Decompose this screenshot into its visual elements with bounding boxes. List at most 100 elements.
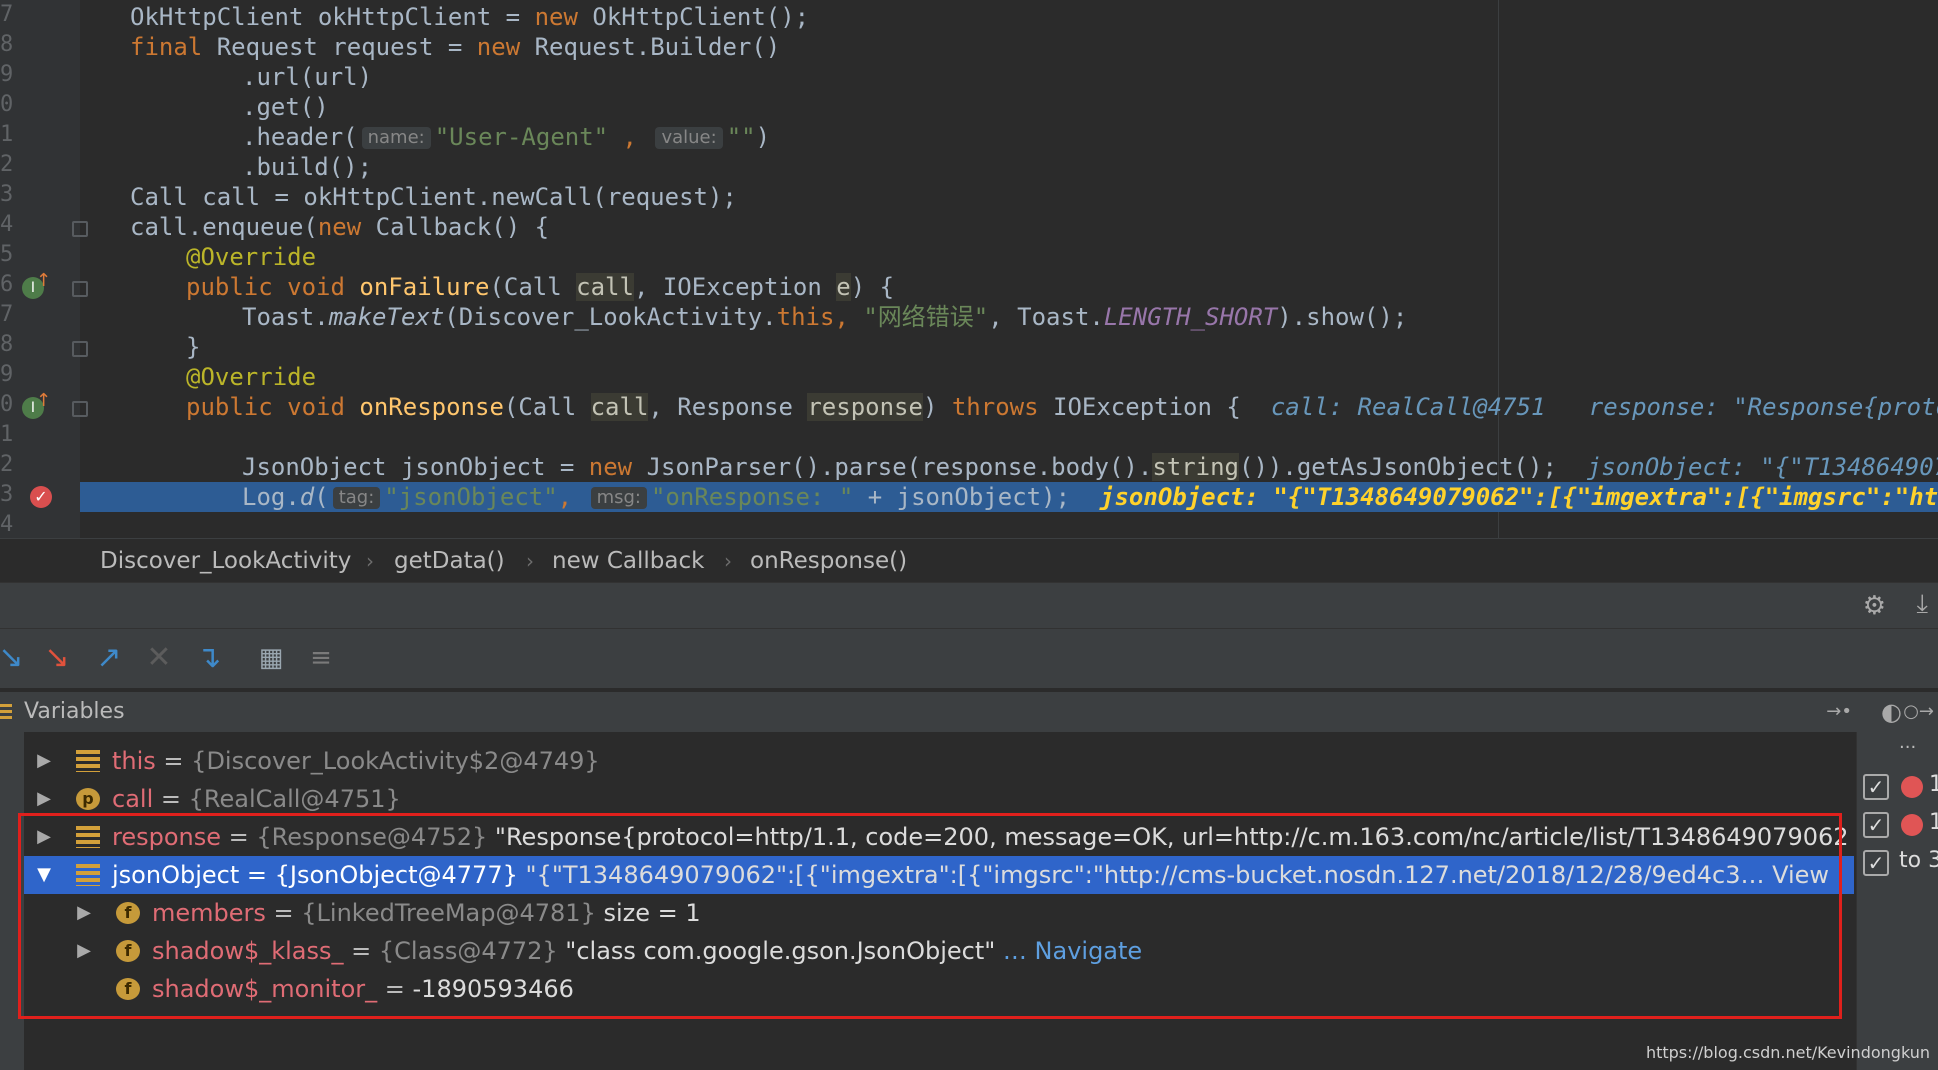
inline-debug-value: jsonObject: "{"T134864907906: [1586, 453, 1938, 481]
expand-arrow-icon[interactable]: ▶: [32, 742, 56, 780]
line-number: 2: [0, 452, 14, 477]
override-arrow-icon: ↑: [36, 270, 52, 291]
param-hint: msg:: [590, 487, 647, 509]
breadcrumb-item[interactable]: new Callback: [552, 539, 704, 583]
variable-row[interactable]: f shadow$_monitor_ = -1890593466: [24, 970, 1854, 1008]
parameter-icon: p: [76, 788, 100, 810]
code-line: Toast.makeText(Discover_LookActivity.thi…: [242, 303, 1408, 331]
watches-panel[interactable]: ... ✓ 1 ✓ 1 ✓ to 3: [1856, 732, 1938, 1070]
line-number: 5: [0, 242, 14, 267]
collapse-arrow-icon[interactable]: ▼: [32, 856, 56, 894]
run-to-cursor-icon[interactable]: ↴: [190, 639, 228, 677]
field-icon: f: [116, 940, 140, 962]
download-icon[interactable]: ⤓: [1917, 589, 1929, 620]
editor-gutter[interactable]: 7 8 9 0 1 2 3 4 5 6 7 8 9 0 1 2 3 4 I ↑ …: [0, 0, 88, 538]
param-hint: value:: [655, 127, 723, 149]
step-out-icon[interactable]: ↗: [90, 639, 128, 677]
line-number: 6: [0, 272, 14, 297]
variables-tree[interactable]: ▶ this = {Discover_LookActivity$2@4749} …: [0, 732, 1938, 1070]
variable-row[interactable]: ▶ f shadow$_klass_ = {Class@4772} "class…: [24, 932, 1854, 970]
breadcrumb-item[interactable]: Discover_LookActivity: [100, 539, 351, 583]
variable-row[interactable]: ▶ response = {Response@4752} "Response{p…: [24, 818, 1854, 856]
code-area[interactable]: OkHttpClient okHttpClient = new OkHttpCl…: [80, 0, 1938, 538]
variable-row[interactable]: ▶ this = {Discover_LookActivity$2@4749}: [24, 742, 1854, 780]
navigate-link[interactable]: … Navigate: [1003, 937, 1142, 965]
code-line: Call call = okHttpClient.newCall(request…: [130, 183, 737, 211]
breakpoint-dot-icon: [1901, 814, 1923, 836]
line-number: 3: [0, 182, 14, 207]
line-number: 3: [0, 482, 14, 507]
breadcrumb: Discover_LookActivity › getData() › new …: [0, 538, 1938, 582]
object-icon: [76, 750, 100, 772]
watch-checkbox[interactable]: ✓: [1863, 850, 1889, 876]
param-hint: tag:: [332, 487, 381, 509]
restore-layout-icon[interactable]: →•: [1826, 692, 1852, 732]
variables-side-toolbar: [0, 732, 24, 1070]
execution-line: Log.d(tag: "jsonObject", msg: "onResponse:…: [80, 482, 1938, 512]
watch-label: 1: [1929, 772, 1938, 797]
variable-row[interactable]: ▶ p call = {RealCall@4751}: [24, 780, 1854, 818]
code-line: .url(url): [242, 63, 373, 91]
expand-arrow-icon[interactable]: ▶: [32, 818, 56, 856]
watches-header: ...: [1899, 732, 1917, 753]
code-editor[interactable]: 7 8 9 0 1 2 3 4 5 6 7 8 9 0 1 2 3 4 I ↑ …: [0, 0, 1938, 538]
line-number: 8: [0, 332, 14, 357]
code-line: public void onFailure(Call call, IOExcep…: [186, 273, 895, 301]
watermark: https://blog.csdn.net/Kevindongkun: [1645, 1043, 1930, 1062]
breadcrumb-item[interactable]: getData(): [394, 539, 505, 583]
field-icon: f: [116, 978, 140, 1000]
code-line: OkHttpClient okHttpClient = new OkHttpCl…: [130, 3, 810, 31]
field-icon: f: [116, 902, 140, 924]
expand-arrow-icon[interactable]: ▶: [32, 780, 56, 818]
inline-debug-value: jsonObject: "{"T1348649079062":[{"imgext…: [1100, 483, 1938, 511]
force-step-into-icon[interactable]: ↘: [38, 639, 76, 677]
code-line: @Override: [186, 243, 317, 271]
line-number: 0: [0, 92, 14, 117]
variables-header: Variables →• ◐ ○→: [0, 688, 1938, 732]
breakpoint-dot-icon: [1901, 776, 1923, 798]
line-number: 1: [0, 422, 14, 447]
expand-arrow-icon[interactable]: ▶: [72, 932, 96, 970]
more-icon[interactable]: ○→: [1903, 692, 1934, 732]
watch-label: to 3: [1899, 848, 1938, 873]
line-number: 0: [0, 392, 14, 417]
variable-row[interactable]: ▶ f members = {LinkedTreeMap@4781} size …: [24, 894, 1854, 932]
debug-panel-header: ⚙ ⤓: [0, 582, 1938, 628]
breadcrumb-separator-icon: ›: [366, 549, 374, 573]
code-line: .get(): [242, 93, 329, 121]
watch-checkbox[interactable]: ✓: [1863, 812, 1889, 838]
step-over-icon[interactable]: ↘: [0, 639, 30, 677]
speedometer-icon[interactable]: ◐: [1881, 692, 1902, 732]
override-arrow-icon: ↑: [36, 390, 52, 411]
drop-frame-icon[interactable]: ✕: [140, 639, 178, 677]
breadcrumb-separator-icon: ›: [526, 549, 534, 573]
param-hint: name:: [361, 127, 431, 149]
line-number: 4: [0, 212, 14, 237]
line-number: 7: [0, 302, 14, 327]
line-number: 7: [0, 2, 14, 27]
watch-checkbox[interactable]: ✓: [1863, 774, 1889, 800]
object-icon: [76, 826, 100, 848]
code-line: call.enqueue(new Callback() {: [130, 213, 550, 241]
object-icon: [76, 864, 100, 886]
breadcrumb-separator-icon: ›: [724, 549, 732, 573]
trace-icon[interactable]: ≡: [302, 639, 340, 677]
debug-toolbar: ↘ ↘ ↗ ✕ ↴ ▦ ≡: [0, 628, 1938, 688]
code-line: .build();: [242, 153, 373, 181]
variable-row-selected[interactable]: ▼ jsonObject = {JsonObject@4777} "{"T134…: [24, 856, 1854, 894]
breadcrumb-item[interactable]: onResponse(): [750, 539, 907, 583]
code-line: }: [186, 333, 201, 361]
line-number: 1: [0, 122, 14, 147]
code-line: @Override: [186, 363, 317, 391]
breakpoint-icon[interactable]: ✓: [30, 486, 52, 508]
code-line: final Request request = new Request.Buil…: [130, 33, 781, 61]
line-number: 4: [0, 512, 14, 537]
code-line: JsonObject jsonObject = new JsonParser()…: [80, 452, 1938, 482]
variables-icon: [0, 704, 12, 722]
gear-icon[interactable]: ⚙: [1863, 591, 1886, 621]
line-number: 9: [0, 62, 14, 87]
variables-title: Variables: [24, 699, 125, 724]
inline-debug-value: call: RealCall@4751 response: "Response{…: [1270, 393, 1938, 421]
expand-arrow-icon[interactable]: ▶: [72, 894, 96, 932]
evaluate-expression-icon[interactable]: ▦: [252, 639, 290, 677]
